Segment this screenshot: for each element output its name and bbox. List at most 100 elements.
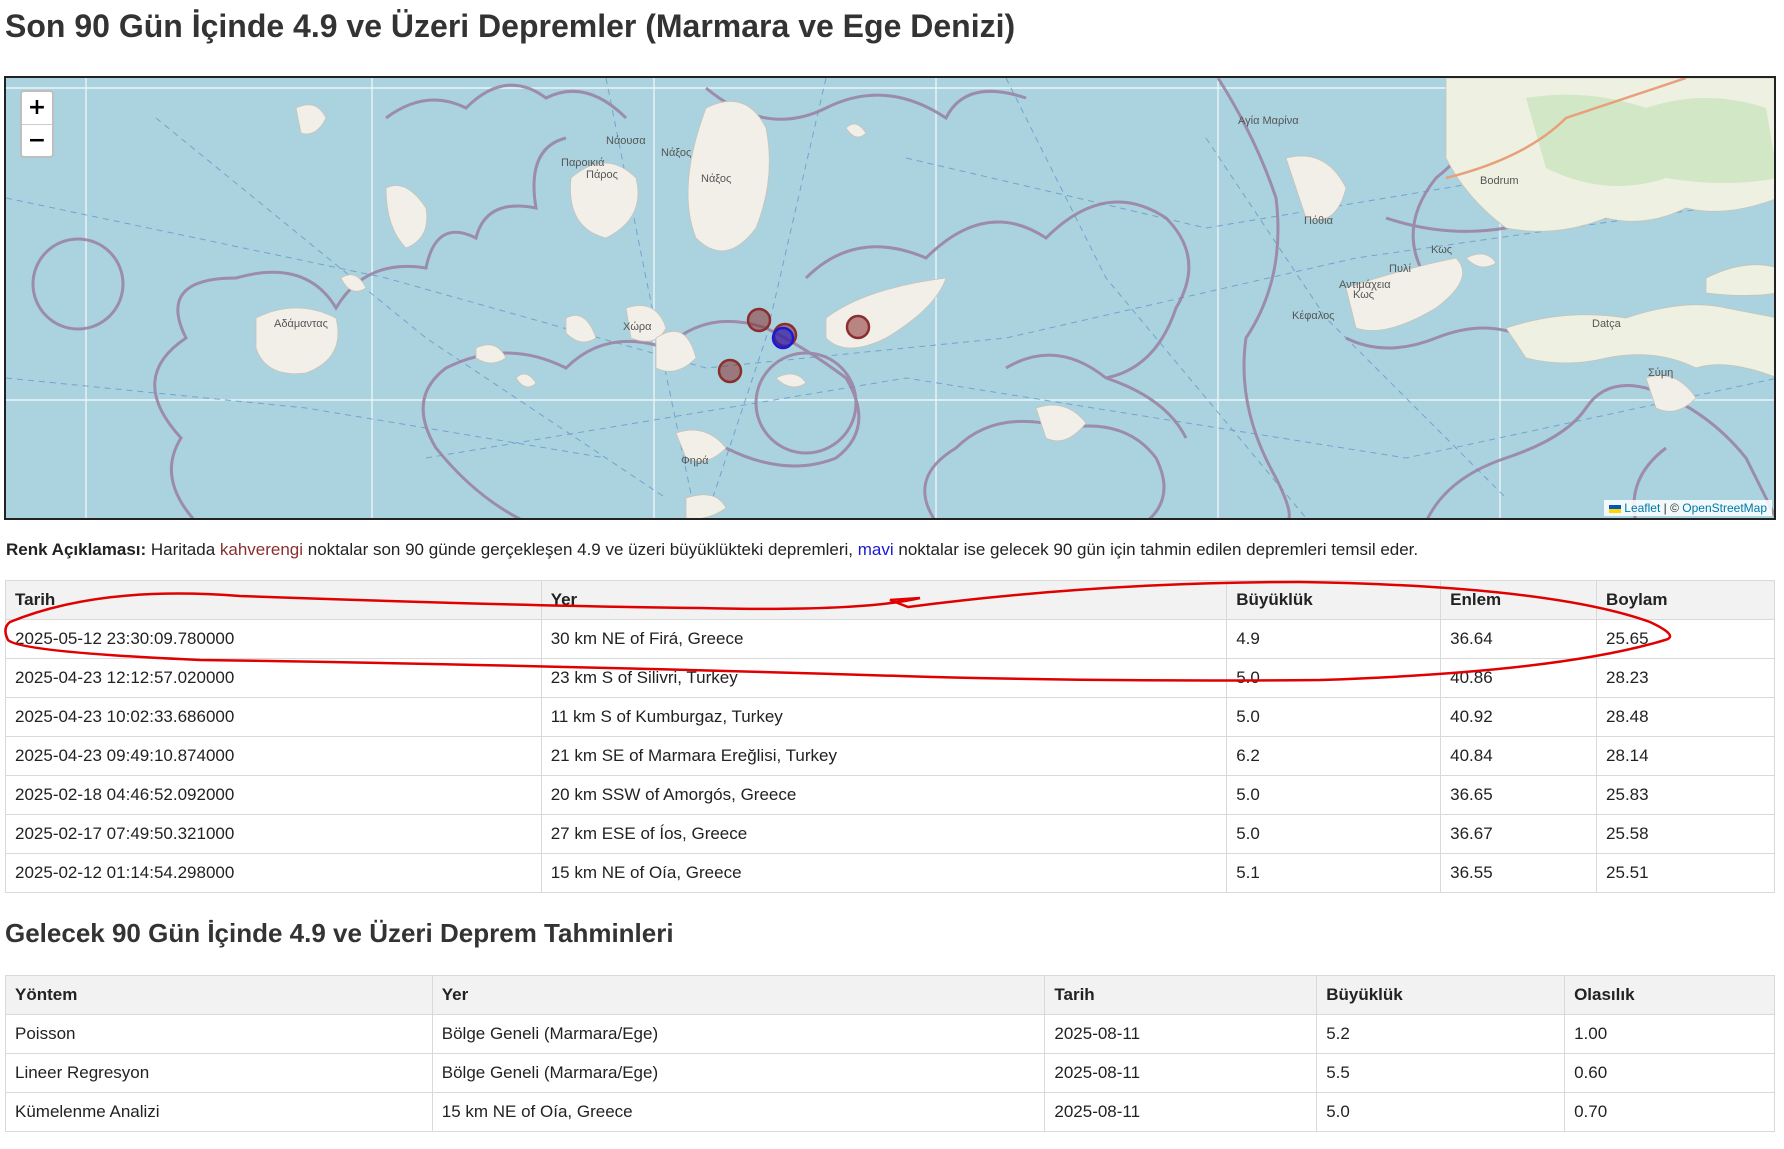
- cell-latitude: 36.64: [1440, 619, 1598, 659]
- zoom-control: + −: [20, 90, 54, 158]
- header-longitude: Boylam: [1596, 580, 1775, 620]
- table-row: 2025-04-23 09:49:10.874000 21 km SE of M…: [5, 736, 1775, 776]
- cell-method: Poisson: [5, 1014, 433, 1054]
- svg-text:Αγία Μαρίνα: Αγία Μαρίνα: [1238, 115, 1299, 127]
- header-location: Yer: [540, 580, 1228, 620]
- cell-latitude: 36.67: [1440, 814, 1598, 854]
- attribution-separator: | ©: [1660, 501, 1683, 515]
- cell-magnitude: 4.9: [1226, 619, 1442, 659]
- svg-text:Datça: Datça: [1592, 318, 1622, 330]
- table-header-row: Tarih Yer Büyüklük Enlem Boylam: [5, 580, 1775, 620]
- svg-text:Πόθια: Πόθια: [1304, 215, 1334, 227]
- header-method: Yöntem: [5, 975, 433, 1015]
- header-magnitude: Büyüklük: [1226, 580, 1442, 620]
- header-magnitude: Büyüklük: [1316, 975, 1566, 1015]
- earthquake-map[interactable]: Νάουσα Νάξος Παροικιά Πάρος Νάξος Αγία Μ…: [4, 76, 1776, 520]
- cell-date: 2025-02-18 04:46:52.092000: [5, 775, 542, 815]
- cell-location: 11 km S of Kumburgaz, Turkey: [540, 697, 1228, 737]
- forecast-quake-marker[interactable]: [771, 326, 795, 350]
- table-row: Kümelenme Analizi 15 km NE of Oía, Greec…: [5, 1092, 1775, 1132]
- table-row: 2025-02-12 01:14:54.298000 15 km NE of O…: [5, 853, 1775, 893]
- cell-magnitude: 5.0: [1226, 775, 1442, 815]
- svg-text:Νάουσα: Νάουσα: [606, 135, 646, 147]
- legend-blue-word: mavi: [857, 540, 894, 559]
- table-row: Lineer Regresyon Bölge Geneli (Marmara/E…: [5, 1053, 1775, 1093]
- header-location: Yer: [431, 975, 1046, 1015]
- cell-method: Kümelenme Analizi: [5, 1092, 433, 1132]
- cell-location: 15 km NE of Oía, Greece: [431, 1092, 1046, 1132]
- zoom-out-button[interactable]: −: [22, 125, 52, 157]
- cell-latitude: 40.92: [1440, 697, 1598, 737]
- svg-text:Κως: Κως: [1431, 244, 1452, 256]
- legend-text: noktalar ise gelecek 90 gün için tahmin …: [893, 540, 1419, 559]
- cell-longitude: 25.58: [1596, 814, 1775, 854]
- cell-date: 2025-05-12 23:30:09.780000: [5, 619, 542, 659]
- cell-method: Lineer Regresyon: [5, 1053, 433, 1093]
- cell-longitude: 25.65: [1596, 619, 1775, 659]
- cell-longitude: 28.23: [1596, 658, 1775, 698]
- svg-text:Νάξος: Νάξος: [701, 173, 731, 185]
- forecast-title: Gelecek 90 Gün İçinde 4.9 ve Üzeri Depre…: [5, 918, 674, 948]
- legend-text: noktalar son 90 günde gerçekleşen 4.9 ve…: [303, 540, 858, 559]
- cell-date: 2025-04-23 12:12:57.020000: [5, 658, 542, 698]
- table-header-row: Yöntem Yer Tarih Büyüklük Olasılık: [5, 975, 1775, 1015]
- past-quake-marker[interactable]: [717, 358, 743, 384]
- color-legend: Renk Açıklaması: Haritada kahverengi nok…: [6, 540, 1418, 560]
- table-row: Poisson Bölge Geneli (Marmara/Ege) 2025-…: [5, 1014, 1775, 1054]
- cell-probability: 0.60: [1564, 1053, 1775, 1093]
- svg-text:Σύμη: Σύμη: [1648, 367, 1673, 379]
- cell-latitude: 40.84: [1440, 736, 1598, 776]
- cell-latitude: 36.65: [1440, 775, 1598, 815]
- cell-magnitude: 6.2: [1226, 736, 1442, 776]
- cell-latitude: 40.86: [1440, 658, 1598, 698]
- cell-longitude: 25.51: [1596, 853, 1775, 893]
- map-attribution: Leaflet | © OpenStreetMap: [1603, 500, 1772, 516]
- cell-magnitude: 5.0: [1316, 1092, 1566, 1132]
- header-latitude: Enlem: [1440, 580, 1598, 620]
- svg-text:Χώρα: Χώρα: [623, 321, 652, 333]
- header-date: Tarih: [5, 580, 542, 620]
- svg-text:Φηρά: Φηρά: [681, 455, 709, 467]
- past-quake-marker[interactable]: [845, 314, 871, 340]
- table-row: 2025-04-23 12:12:57.020000 23 km S of Si…: [5, 658, 1775, 698]
- cell-date: 2025-08-11: [1044, 1053, 1318, 1093]
- table-row: 2025-02-18 04:46:52.092000 20 km SSW of …: [5, 775, 1775, 815]
- legend-brown-word: kahverengi: [219, 540, 304, 559]
- forecast-table: Yöntem Yer Tarih Büyüklük Olasılık Poiss…: [5, 975, 1775, 1132]
- header-date: Tarih: [1044, 975, 1318, 1015]
- cell-magnitude: 5.2: [1316, 1014, 1566, 1054]
- cell-location: 27 km ESE of Íos, Greece: [540, 814, 1228, 854]
- cell-date: 2025-08-11: [1044, 1014, 1318, 1054]
- page-title: Son 90 Gün İçinde 4.9 ve Üzeri Depremler…: [5, 8, 1016, 44]
- cell-date: 2025-04-23 09:49:10.874000: [5, 736, 542, 776]
- cell-location: Bölge Geneli (Marmara/Ege): [431, 1053, 1046, 1093]
- svg-text:Παροικιά: Παροικιά: [561, 157, 605, 169]
- svg-text:Νάξος: Νάξος: [661, 147, 691, 159]
- cell-location: Bölge Geneli (Marmara/Ege): [431, 1014, 1046, 1054]
- svg-text:Bodrum: Bodrum: [1480, 175, 1519, 187]
- cell-date: 2025-08-11: [1044, 1092, 1318, 1132]
- legend-text: Haritada: [146, 540, 220, 559]
- svg-text:Κέφαλος: Κέφαλος: [1292, 310, 1335, 322]
- svg-text:Αδάμαντας: Αδάμαντας: [274, 318, 328, 330]
- earthquake-table: Tarih Yer Büyüklük Enlem Boylam 2025-05-…: [5, 580, 1775, 893]
- cell-latitude: 36.55: [1440, 853, 1598, 893]
- cell-probability: 0.70: [1564, 1092, 1775, 1132]
- cell-magnitude: 5.5: [1316, 1053, 1566, 1093]
- zoom-in-button[interactable]: +: [22, 92, 52, 125]
- svg-text:Κως: Κως: [1353, 289, 1374, 301]
- leaflet-link[interactable]: Leaflet: [1624, 501, 1660, 515]
- cell-date: 2025-04-23 10:02:33.686000: [5, 697, 542, 737]
- table-row: 2025-02-17 07:49:50.321000 27 km ESE of …: [5, 814, 1775, 854]
- past-quake-marker[interactable]: [746, 307, 772, 333]
- map-tiles[interactable]: Νάουσα Νάξος Παροικιά Πάρος Νάξος Αγία Μ…: [6, 78, 1776, 520]
- cell-location: 15 km NE of Oía, Greece: [540, 853, 1228, 893]
- cell-location: 21 km SE of Marmara Ereğlisi, Turkey: [540, 736, 1228, 776]
- cell-location: 23 km S of Silivri, Turkey: [540, 658, 1228, 698]
- cell-date: 2025-02-17 07:49:50.321000: [5, 814, 542, 854]
- osm-link[interactable]: OpenStreetMap: [1682, 501, 1767, 515]
- cell-magnitude: 5.0: [1226, 697, 1442, 737]
- table-row: 2025-05-12 23:30:09.780000 30 km NE of F…: [5, 619, 1775, 659]
- cell-longitude: 28.14: [1596, 736, 1775, 776]
- ukraine-flag-icon: [1608, 504, 1621, 513]
